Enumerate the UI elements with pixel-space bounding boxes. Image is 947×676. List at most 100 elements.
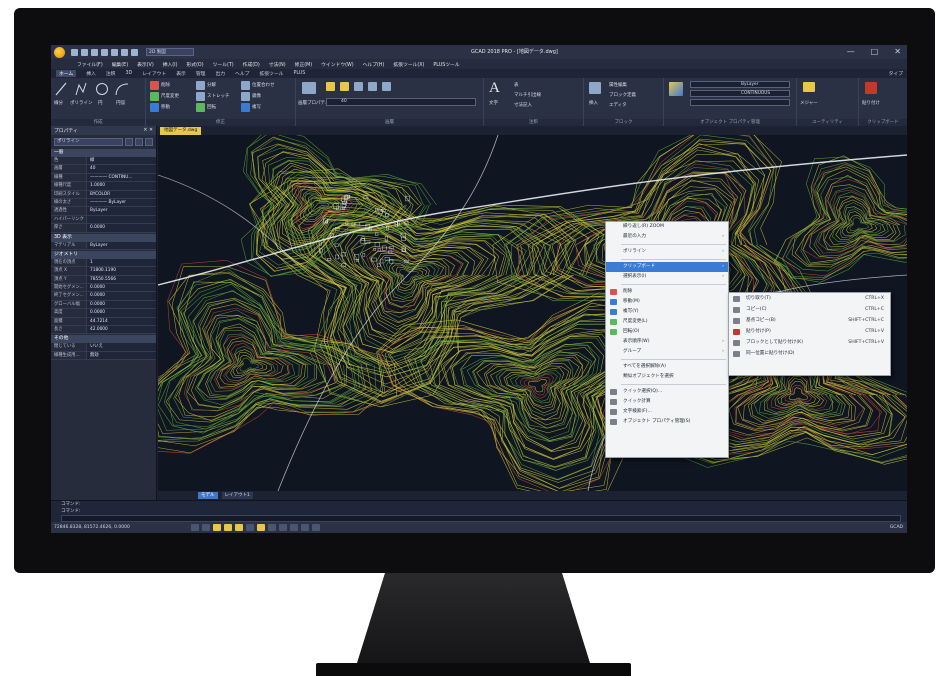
paste-icon[interactable] [865, 82, 877, 94]
circle-icon[interactable] [95, 82, 109, 96]
property-row[interactable]: 現在の頂点 1 [51, 258, 156, 268]
property-value[interactable]: 0.0000 [87, 309, 156, 317]
ribbon-rotate[interactable]: 回転 [207, 104, 216, 110]
context-menu-item[interactable]: 回転(O) [606, 327, 728, 337]
layer-properties-icon[interactable] [302, 82, 316, 94]
property-value[interactable]: 0.0000 [87, 300, 156, 309]
rotate-icon[interactable] [196, 103, 205, 112]
minimize-button[interactable]: — [847, 47, 855, 56]
context-menu-item[interactable]: グループ › [606, 347, 728, 357]
snap-icon[interactable] [213, 524, 221, 531]
menu-item[interactable]: 編集(E) [112, 61, 128, 68]
ribbon-tab[interactable]: 拡張ツール [259, 70, 283, 77]
property-row[interactable]: 面積 44.7214 [51, 317, 156, 327]
menu-item[interactable]: ツール(T) [213, 61, 234, 68]
insert-block-icon[interactable] [589, 82, 601, 94]
line-icon[interactable] [55, 82, 67, 96]
property-value[interactable]: ByLayer [87, 241, 156, 249]
context-menu-item[interactable]: 移動(M) [606, 297, 728, 307]
menu-item[interactable]: 挿入(I) [163, 61, 178, 68]
mirror-icon[interactable] [241, 92, 250, 101]
layout-tab[interactable]: モデル [198, 492, 218, 499]
property-row[interactable]: 印刷スタイル BYCOLOR [51, 190, 156, 199]
command-input[interactable] [61, 515, 901, 522]
menu-item[interactable]: 拡張ツール(X) [393, 61, 424, 68]
menu-item[interactable]: ヘルプ(H) [363, 61, 385, 68]
ribbon-tab[interactable]: PLUS [293, 71, 305, 76]
layer-select[interactable]: 40 [326, 98, 476, 106]
context-menu-item[interactable]: すべてを選択解除(A) [606, 362, 728, 372]
osnap-icon[interactable] [246, 524, 254, 531]
selection-cycling-icon[interactable] [290, 524, 298, 531]
ribbon-attribute-edit[interactable]: 属性編集 [609, 82, 627, 88]
color-select[interactable]: ByLayer [690, 81, 790, 88]
ribbon-dimension[interactable]: 寸法記入 [514, 102, 532, 108]
align-icon[interactable] [241, 81, 250, 90]
ribbon-mirror[interactable]: 鏡像 [252, 93, 261, 99]
property-value[interactable]: ———— ByLayer [87, 198, 156, 207]
polyline-icon[interactable] [75, 82, 87, 96]
match-properties-icon[interactable] [669, 82, 683, 96]
annotation-scale-icon[interactable] [312, 524, 320, 531]
lineweight-select[interactable] [690, 99, 790, 106]
ribbon-multileader[interactable]: マルチ引出線 [514, 92, 541, 98]
layer-lock-icon[interactable] [354, 82, 363, 91]
context-menu-item[interactable]: 選択表示(I) › [606, 272, 728, 282]
app-logo-icon[interactable] [54, 46, 65, 58]
arc-icon[interactable] [115, 82, 129, 96]
ortho-icon[interactable] [224, 524, 232, 531]
context-menu-item[interactable]: 表示順序(W) › [606, 337, 728, 347]
measure-icon[interactable] [803, 82, 815, 92]
submenu-item[interactable]: ブロックとして貼り付け(K) SHIFT+CTRL+V [729, 337, 890, 348]
context-menu-item[interactable]: 最近の入力 › [606, 232, 728, 242]
context-menu-item[interactable]: 複写(Y) [606, 307, 728, 317]
ribbon-tab-type[interactable]: タイプ [889, 70, 903, 77]
menu-item[interactable]: 修正(M) [295, 61, 312, 68]
ribbon-block-editor[interactable]: エディタ [609, 102, 627, 108]
property-value[interactable]: ———— CONTINU... [87, 173, 156, 182]
print-icon[interactable] [111, 48, 118, 56]
property-row[interactable]: 透過性 ByLayer [51, 207, 156, 216]
ribbon-tab[interactable]: ヘルプ [235, 70, 249, 77]
ribbon-tab[interactable]: 管理 [196, 70, 206, 77]
property-row[interactable]: 長さ 42.0000 [51, 326, 156, 335]
text-icon[interactable]: A [489, 80, 500, 97]
submenu-item[interactable]: 貼り付け(P) CTRL+V [729, 326, 890, 337]
layer-on-icon[interactable] [326, 82, 335, 91]
ribbon-table[interactable]: 表 [514, 82, 519, 88]
context-menu-item[interactable]: クリップボード › [606, 262, 728, 272]
submenu-item[interactable]: コピー(C) CTRL+C [729, 304, 890, 315]
menu-item[interactable]: PLUSツール [433, 61, 459, 68]
stretch-icon[interactable] [196, 92, 205, 101]
palette-close-icon[interactable]: × ✕ [143, 128, 153, 133]
ribbon-circle-label[interactable]: 円 [98, 100, 103, 106]
property-row[interactable]: ハイパーリンク [51, 215, 156, 225]
ribbon-tab[interactable]: 表示 [176, 70, 186, 77]
property-row[interactable]: 色緑 [51, 157, 156, 166]
property-row[interactable]: マテリアル ByLayer [51, 241, 156, 250]
ribbon-polyline-label[interactable]: ポリライン [70, 100, 93, 106]
property-value[interactable]: 78550.5566 [87, 275, 156, 284]
ribbon-copy[interactable]: 複写 [252, 104, 261, 110]
property-value[interactable]: 44.7214 [87, 317, 156, 326]
property-value[interactable]: 0.0000 [87, 284, 156, 292]
property-value[interactable]: 40 [87, 165, 156, 173]
model-space-icon[interactable] [191, 524, 199, 531]
save-icon[interactable] [91, 48, 98, 56]
maximize-button[interactable]: □ [871, 47, 879, 56]
property-value[interactable]: 緑 [87, 157, 156, 165]
property-row[interactable]: 頂点 Y 78550.5566 [51, 275, 156, 285]
ribbon-tab[interactable]: 挿入 [86, 70, 96, 77]
menu-item[interactable]: 表示(V) [137, 61, 154, 68]
select-objects-icon[interactable] [135, 138, 143, 146]
context-menu-item[interactable]: ポリライン › [606, 247, 728, 257]
palette-section-header[interactable]: 3D 表示 [51, 233, 156, 242]
layer-isolate-icon[interactable] [382, 82, 391, 91]
property-row[interactable]: 線種生成用... 無効 [51, 351, 156, 361]
palette-section-header[interactable]: その他 [51, 335, 156, 344]
undo-icon[interactable] [121, 48, 128, 56]
ribbon-line-label[interactable]: 線分 [54, 100, 63, 106]
property-row[interactable]: 閉じている いいえ [51, 343, 156, 352]
scale-icon[interactable] [150, 92, 159, 101]
layout-tab[interactable]: レイアウト1 [221, 492, 253, 499]
